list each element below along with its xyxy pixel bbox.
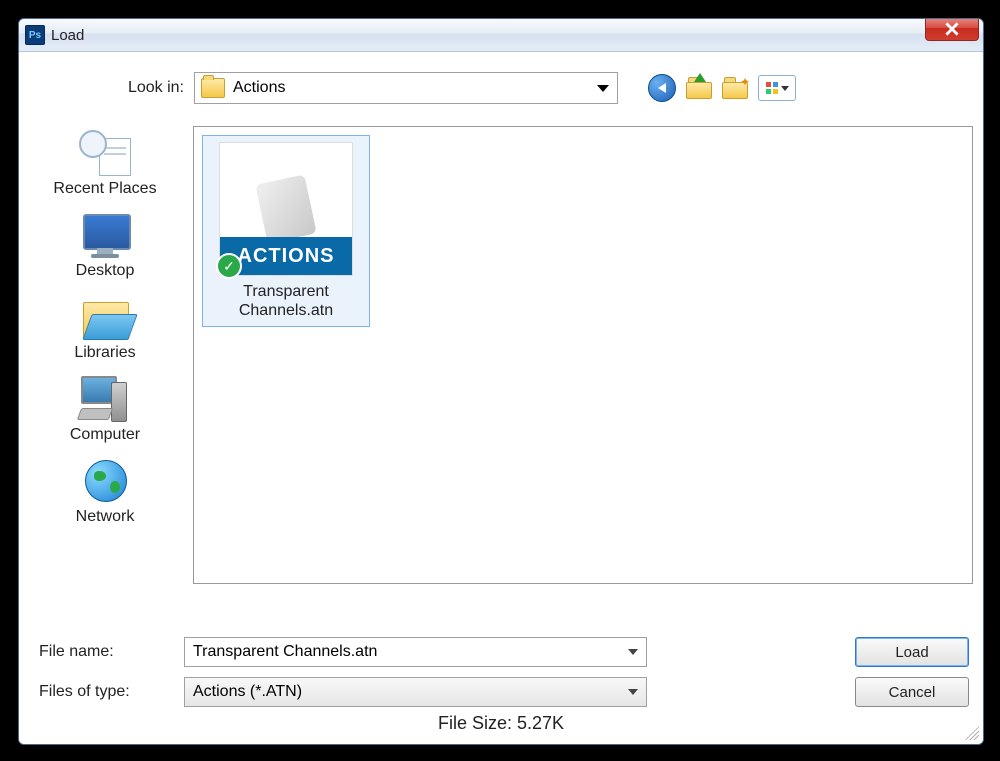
place-network[interactable]: Network: [29, 458, 181, 526]
network-icon: [77, 458, 133, 506]
places-bar: Recent Places Desktop Libraries: [29, 126, 181, 625]
recent-places-icon: [77, 130, 133, 178]
up-one-level-button[interactable]: [686, 77, 712, 99]
close-icon: [945, 22, 959, 36]
app-icon: Ps: [25, 25, 45, 45]
dialog-body: Look in: Actions ✦: [19, 52, 983, 744]
buttons-column: Load Cancel: [855, 637, 969, 707]
file-name-input[interactable]: Transparent Channels.atn: [184, 637, 647, 667]
place-recent[interactable]: Recent Places: [29, 130, 181, 198]
file-name-row: File name: Transparent Channels.atn: [29, 637, 815, 667]
new-folder-button[interactable]: ✦: [722, 77, 748, 99]
place-libraries[interactable]: Libraries: [29, 294, 181, 362]
chevron-down-icon: [597, 85, 609, 92]
folder-icon: [201, 78, 225, 98]
file-name-label: Transparent Channels.atn: [209, 282, 363, 320]
desktop-icon: [77, 212, 133, 260]
chevron-down-icon: [628, 649, 638, 655]
look-in-value: Actions: [233, 79, 285, 97]
place-label: Desktop: [29, 262, 181, 280]
top-row: Look in: Actions ✦: [29, 70, 973, 106]
place-label: Recent Places: [29, 180, 181, 198]
place-label: Network: [29, 508, 181, 526]
action-script-icon: [251, 174, 321, 244]
view-menu-button[interactable]: [758, 75, 796, 101]
fields-column: File name: Transparent Channels.atn File…: [29, 637, 815, 707]
nav-toolbar: ✦: [648, 74, 796, 102]
place-desktop[interactable]: Desktop: [29, 212, 181, 280]
look-in-label: Look in:: [29, 79, 184, 97]
thumbnails-icon: [766, 82, 778, 94]
file-thumbnail: ACTIONS ✓: [219, 142, 353, 276]
back-button[interactable]: [648, 74, 676, 102]
window-title: Load: [51, 27, 84, 44]
place-label: Libraries: [29, 344, 181, 362]
bottom-area: File name: Transparent Channels.atn File…: [29, 637, 973, 707]
file-type-select[interactable]: Actions (*.ATN): [184, 677, 647, 707]
new-star-icon: ✦: [740, 75, 750, 89]
cancel-button[interactable]: Cancel: [855, 677, 969, 707]
check-icon: ✓: [216, 253, 242, 279]
mid-row: Recent Places Desktop Libraries: [29, 126, 973, 625]
file-list-pane[interactable]: ACTIONS ✓ Transparent Channels.atn: [193, 126, 973, 584]
file-type-label-text: Files of type:: [29, 683, 184, 701]
file-name-label-text: File name:: [29, 643, 184, 661]
chevron-down-icon: [628, 689, 638, 695]
load-button[interactable]: Load: [855, 637, 969, 667]
place-computer[interactable]: Computer: [29, 376, 181, 444]
libraries-icon: [77, 294, 133, 342]
file-size-label: File Size: 5.27K: [29, 713, 973, 740]
chevron-down-icon: [781, 86, 789, 91]
load-dialog: Ps Load Look in: Actions: [18, 18, 984, 745]
arrow-left-icon: [658, 83, 666, 93]
titlebar: Ps Load: [19, 19, 983, 52]
file-item[interactable]: ACTIONS ✓ Transparent Channels.atn: [202, 135, 370, 327]
file-name-value: Transparent Channels.atn: [193, 643, 377, 661]
arrow-up-icon: [694, 73, 706, 82]
file-type-row: Files of type: Actions (*.ATN): [29, 677, 815, 707]
file-type-value: Actions (*.ATN): [193, 683, 302, 701]
place-label: Computer: [29, 426, 181, 444]
computer-icon: [77, 376, 133, 424]
look-in-combo[interactable]: Actions: [194, 72, 618, 104]
close-button[interactable]: [925, 18, 979, 41]
resize-grip[interactable]: [965, 726, 979, 740]
